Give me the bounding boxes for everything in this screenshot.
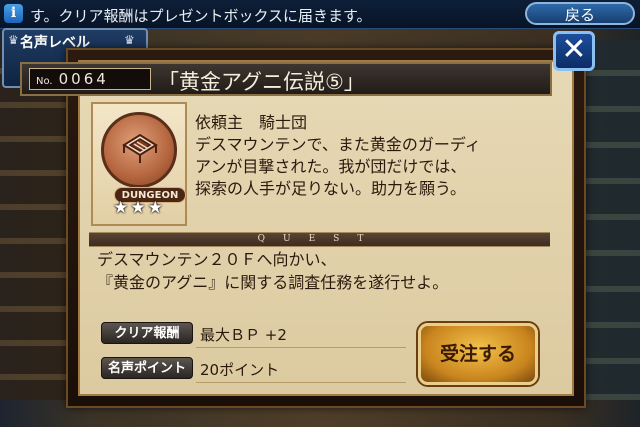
crown-icon: ♛ [124,33,135,47]
quest-title-bar: No. 0064 「黄金アグニ伝説⑤」 [20,62,552,96]
back-button[interactable]: 戻る [525,2,635,25]
client-line: アンが目撃された。我が団だけでは、 [195,157,467,176]
dungeon-emblem-circle: DUNGEON [101,112,186,203]
clear-reward-value: 最大ＢＰ +2 [200,326,287,344]
dungeon-stairs-icon [122,133,158,163]
difficulty-stars: ★★★ [113,198,165,218]
quest-description: デスマウンテン２０Ｆへ向かい、 『黄金のアグニ』に関する調査任務を遂行せよ。 [97,248,537,294]
client-line: 探索の人手が足りない。助力を願う。 [195,179,467,198]
accept-quest-button[interactable]: 受注する [418,323,538,385]
client-line: デスマウンテンで、また黄金のガーディ [195,135,481,154]
quest-number-prefix: No. [36,76,53,87]
news-ticker: す。クリア報酬はプレゼントボックスに届きます。 [30,7,372,25]
client-request: 依頼主 騎士団 デスマウンテンで、また黄金のガーディ アンが目撃された。我が団だ… [195,112,555,222]
close-button[interactable]: ✕ [553,31,595,71]
quest-section-label: QUEST [257,234,382,244]
crown-icon: ♛ [8,33,19,47]
close-icon: ✕ [561,32,587,67]
top-info-bar: i す。クリア報酬はプレゼントボックスに届きます。 戻る [0,0,640,29]
dungeon-emblem: DUNGEON ★★★ [91,102,187,226]
reward-divider [196,347,406,348]
fame-points-value: 20ポイント [200,361,280,379]
quest-title: 「黄金アグニ伝説⑤」 [158,70,365,94]
quest-description-line: 『黄金のアグニ』に関する調査任務を遂行せよ。 [97,273,449,292]
client-line: 依頼主 騎士団 [195,113,308,132]
quest-description-line: デスマウンテン２０Ｆへ向かい、 [97,250,337,269]
info-icon[interactable]: i [4,4,23,23]
clear-reward-label: クリア報酬 [101,322,193,344]
reward-divider [196,382,406,383]
quest-number: No. 0064 [29,68,151,90]
quest-number-value: 0064 [58,70,109,88]
quest-section-header: QUEST [89,232,550,247]
fame-points-label: 名声ポイント [101,357,193,379]
